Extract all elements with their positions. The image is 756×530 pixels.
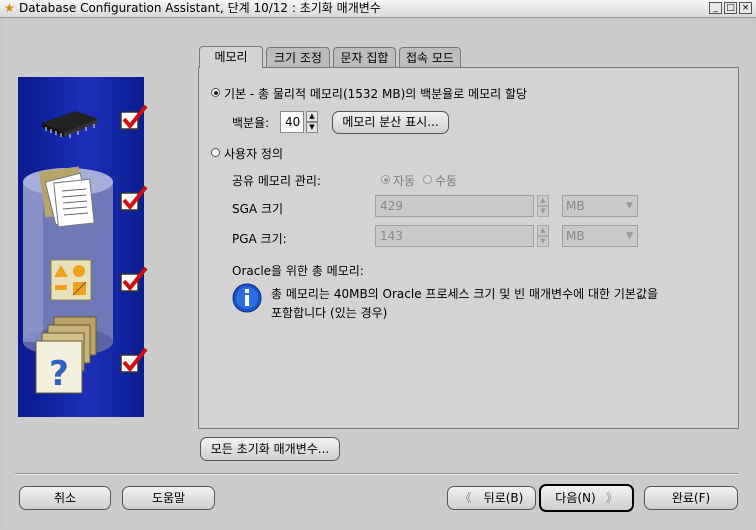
all-initialization-parameters-button[interactable]: 모든 초기화 매개변수...: [200, 437, 340, 461]
footer-separator: [15, 473, 738, 475]
spin-up-icon[interactable]: ▲: [537, 195, 549, 206]
typical-label: 기본 - 총 물리적 메모리(1532 MB)의 백분율로 메모리 할당: [224, 87, 528, 101]
shared-memory-management-label: 공유 메모리 관리:: [232, 174, 321, 188]
tab-memory[interactable]: 메모리: [199, 46, 263, 68]
pga-unit-select[interactable]: MB ▼: [562, 225, 638, 247]
step-complete-check-icon: [120, 104, 148, 130]
info-text-line1: 총 메모리는 40MB의 Oracle 프로세스 크기 및 빈 매개변수에 대한…: [271, 287, 659, 301]
chevron-right-icon: 》: [605, 491, 618, 505]
sga-unit-select[interactable]: MB ▼: [562, 195, 638, 217]
title-bar: ★ Database Configuration Assistant, 단계 1…: [0, 0, 756, 18]
auto-radio[interactable]: [381, 175, 390, 184]
typical-radio[interactable]: [211, 88, 220, 97]
sga-unit-value: MB: [566, 199, 585, 213]
back-label: 뒤로(B): [483, 491, 524, 505]
memory-chip-icon: [42, 111, 98, 138]
pga-unit-value: MB: [566, 229, 585, 243]
next-button[interactable]: 다음(N) 》: [539, 484, 634, 512]
help-folders-icon: ?: [35, 316, 97, 394]
oracle-star-icon: ★: [4, 1, 15, 15]
custom-radio[interactable]: [211, 148, 220, 157]
pga-size-label: PGA 크기:: [232, 232, 287, 246]
chevron-down-icon: ▼: [626, 231, 633, 241]
step-complete-check-icon: [120, 266, 148, 292]
sga-size-label: SGA 크기: [232, 202, 284, 216]
pga-spinner[interactable]: ▲ ▼: [537, 225, 549, 247]
custom-label: 사용자 정의: [224, 147, 284, 161]
show-memory-distribution-button[interactable]: 메모리 분산 표시...: [332, 111, 449, 134]
minimize-button[interactable]: _: [709, 2, 722, 14]
manual-label: 수동: [435, 174, 458, 188]
tab-sizing[interactable]: 크기 조정: [266, 47, 330, 67]
window-title: Database Configuration Assistant, 단계 10/…: [19, 1, 381, 15]
chevron-down-icon: ▼: [626, 201, 633, 211]
tab-character-sets[interactable]: 문자 집합: [333, 47, 396, 67]
spin-up-icon[interactable]: ▲: [306, 111, 318, 122]
percent-spinner[interactable]: ▲ ▼: [306, 111, 318, 133]
chevron-left-icon: 《: [459, 491, 472, 505]
svg-text:?: ?: [49, 354, 69, 394]
sga-size-input[interactable]: 429: [375, 195, 534, 217]
auto-label: 자동: [393, 174, 416, 188]
finish-button[interactable]: 완료(F): [644, 486, 738, 510]
spin-up-icon[interactable]: ▲: [537, 225, 549, 236]
sga-spinner[interactable]: ▲ ▼: [537, 195, 549, 217]
pga-size-input[interactable]: 143: [375, 225, 534, 247]
close-button[interactable]: ×: [739, 2, 752, 14]
maximize-button[interactable]: □: [724, 2, 737, 14]
percent-input[interactable]: 40: [280, 111, 304, 133]
back-button[interactable]: 《 뒤로(B): [447, 486, 536, 510]
step-complete-check-icon: [120, 185, 148, 211]
info-icon: [232, 283, 262, 313]
next-label: 다음(N): [555, 491, 596, 505]
wizard-illustration-panel: ?: [18, 77, 148, 417]
percent-label: 백분율:: [232, 116, 270, 130]
total-memory-label: Oracle을 위한 총 메모리:: [232, 264, 364, 278]
documents-folder-icon: [38, 166, 95, 228]
spin-down-icon[interactable]: ▼: [537, 206, 549, 217]
manual-radio[interactable]: [423, 175, 432, 184]
step-complete-check-icon: [120, 347, 148, 373]
tab-connection-mode[interactable]: 접속 모드: [399, 47, 461, 67]
help-button[interactable]: 도움말: [122, 486, 215, 510]
cancel-button[interactable]: 취소: [19, 486, 111, 510]
spin-down-icon[interactable]: ▼: [537, 236, 549, 247]
shapes-tile-icon: [50, 259, 92, 301]
info-text-line2: 포함합니다 (있는 경우): [271, 306, 388, 320]
spin-down-icon[interactable]: ▼: [306, 122, 318, 133]
